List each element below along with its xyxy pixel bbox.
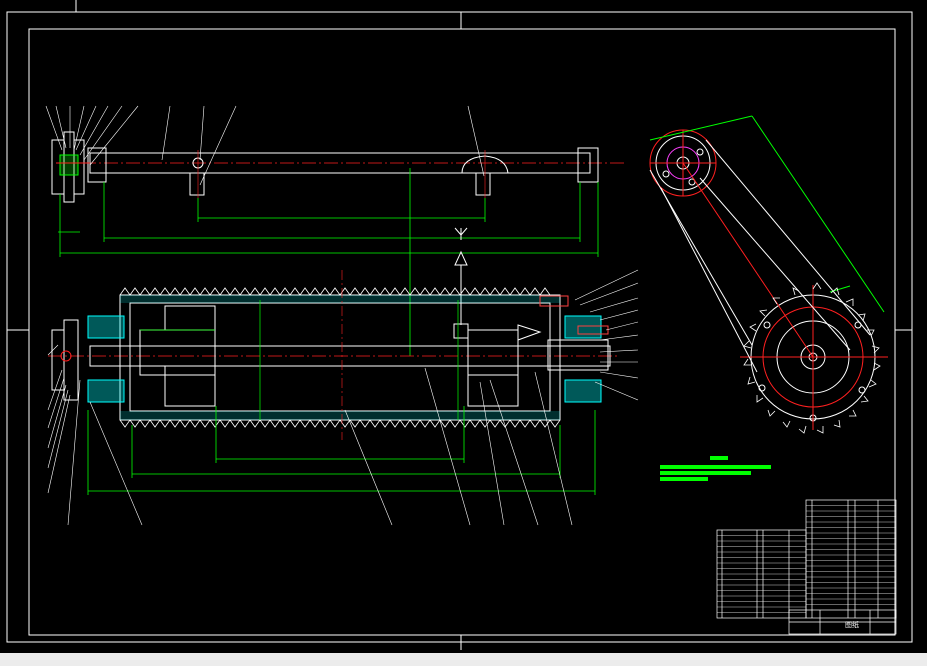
parts-list-rows [717,505,896,613]
side-view-chain-drive [649,115,888,434]
status-bar [0,653,927,666]
title-block-label: 图纸 [845,620,859,629]
view-direction-arrow [453,227,469,339]
top-view-pulley [51,131,90,203]
top-view-dimensions [58,168,599,356]
inner-border [28,28,896,636]
top-view-shaft [60,147,625,198]
drum-section [48,270,620,440]
centering-marks [7,0,912,650]
cad-drawing-canvas[interactable]: 图纸 [0,0,927,666]
technical-notes [660,456,771,481]
outer-border [6,11,913,643]
parts-list-table [716,499,897,635]
